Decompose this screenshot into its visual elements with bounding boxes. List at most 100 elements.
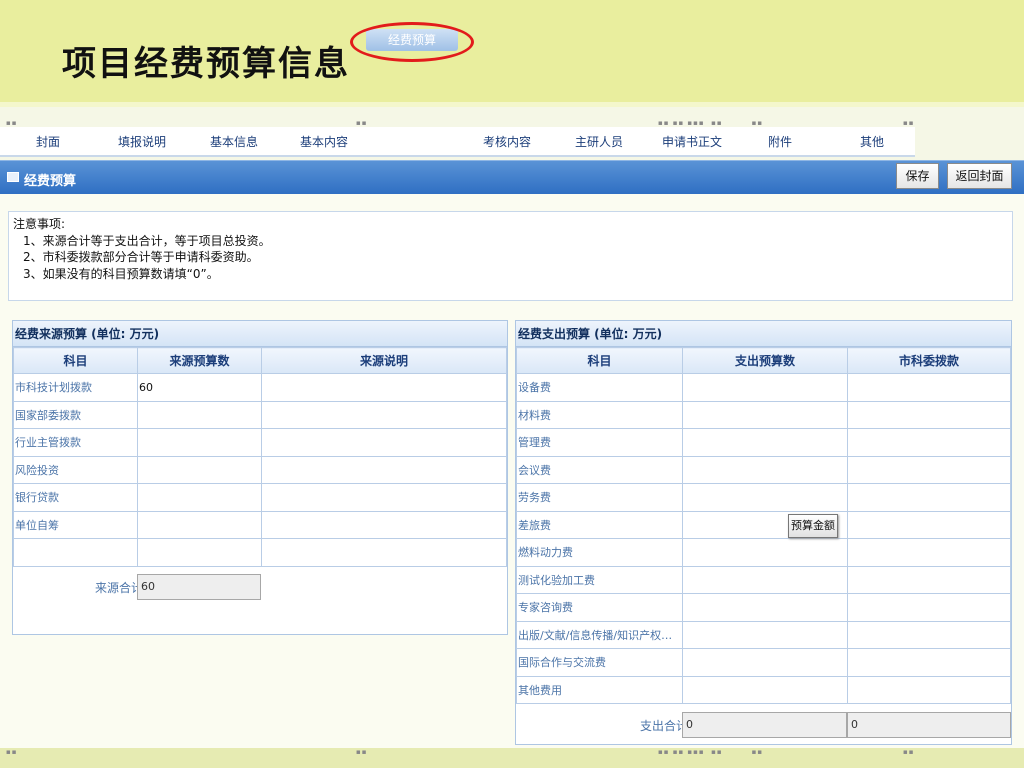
table-row: 管理费 xyxy=(516,428,1011,457)
grip-dots: ▪▪ xyxy=(6,748,18,756)
panel-header: 经费预算 xyxy=(0,160,1024,194)
subject-input[interactable] xyxy=(13,538,138,567)
grip-dots: ▪▪ xyxy=(356,119,368,127)
column-header: 来源预算数 xyxy=(137,347,262,374)
table-row: 劳务费 xyxy=(516,483,1011,512)
bottom-strip: ▪▪ ▪▪ ▪▪ ▪▪ ▪▪▪ ▪▪ ▪▪ ▪▪ xyxy=(0,748,1024,768)
column-header: 科目 xyxy=(13,347,138,374)
amount-input[interactable] xyxy=(137,483,262,512)
expense-total-label: 支出合计 xyxy=(640,719,689,733)
expense-amount-input[interactable] xyxy=(682,593,848,622)
expense-amount-input[interactable] xyxy=(682,400,848,429)
amount-input[interactable] xyxy=(137,455,262,484)
subject-label: 风险投资 xyxy=(13,455,138,484)
tab-assessment[interactable]: 考核内容 xyxy=(483,133,531,150)
grant-amount-input[interactable] xyxy=(847,538,1011,567)
subject-label: 管理费 xyxy=(516,428,683,457)
subject-label: 会议费 xyxy=(516,455,683,484)
table-row: 材料费 xyxy=(516,400,1011,429)
subject-label: 差旅费 xyxy=(516,510,683,539)
panel-title: 经费预算 xyxy=(24,174,77,189)
grip-dots: ▪▪ xyxy=(6,119,18,127)
tab-application-text[interactable]: 申请书正文 xyxy=(662,133,722,150)
source-budget-table: 科目 来源预算数 来源说明 市科技计划拨款 60 国家部委拨款 行业主管拨款 风… xyxy=(13,347,507,567)
grip-dots: ▪▪ xyxy=(903,748,915,756)
expense-amount-input[interactable] xyxy=(682,428,848,457)
tab-bar: 封面 填报说明 基本信息 基本内容 考核内容 主研人员 申请书正文 附件 其他 xyxy=(0,127,915,157)
grant-amount-input[interactable] xyxy=(847,675,1011,704)
expense-amount-input[interactable] xyxy=(682,620,848,649)
table-row: 测试化验加工费 xyxy=(516,565,1011,594)
note-input[interactable] xyxy=(261,428,507,457)
tooltip: 预算金额 xyxy=(788,514,838,538)
grant-total-field: 0 xyxy=(847,712,1011,738)
tab-researchers[interactable]: 主研人员 xyxy=(575,133,623,150)
grant-amount-input[interactable] xyxy=(847,565,1011,594)
table-row: 国际合作与交流费 xyxy=(516,648,1011,677)
subject-label: 劳务费 xyxy=(516,483,683,512)
table-row: 单位自筹 xyxy=(13,510,507,539)
expense-amount-input[interactable] xyxy=(682,565,848,594)
table-row: 出版/文献/信息传播/知识产权事... xyxy=(516,620,1011,649)
subject-label: 市科技计划拨款 xyxy=(13,373,138,402)
grant-amount-input[interactable] xyxy=(847,510,1011,539)
expense-amount-input[interactable] xyxy=(682,675,848,704)
note-input[interactable] xyxy=(261,538,507,567)
subject-label: 单位自筹 xyxy=(13,510,138,539)
grip-dots: ▪▪ xyxy=(356,748,368,756)
expense-amount-input[interactable] xyxy=(682,483,848,512)
subject-label: 出版/文献/信息传播/知识产权事... xyxy=(516,620,683,649)
table-row: 行业主管拨款 xyxy=(13,428,507,457)
expense-amount-input[interactable] xyxy=(682,538,848,567)
note-input[interactable] xyxy=(261,483,507,512)
tab-attachments[interactable]: 附件 xyxy=(768,133,792,150)
table-row: 差旅费 xyxy=(516,510,1011,539)
expense-amount-input[interactable] xyxy=(682,373,848,402)
amount-input[interactable] xyxy=(137,510,262,539)
note-input[interactable] xyxy=(261,455,507,484)
tab-other[interactable]: 其他 xyxy=(860,133,884,150)
amount-input[interactable] xyxy=(137,538,262,567)
notes-box: 注意事项: 1、来源合计等于支出合计，等于项目总投资。 2、市科委拨款部分合计等… xyxy=(8,211,1013,301)
amount-input[interactable]: 60 xyxy=(137,373,262,402)
expense-amount-input[interactable] xyxy=(682,455,848,484)
grant-amount-input[interactable] xyxy=(847,428,1011,457)
subject-label: 国际合作与交流费 xyxy=(516,648,683,677)
subject-label: 国家部委拨款 xyxy=(13,400,138,429)
column-header: 来源说明 xyxy=(261,347,507,374)
tab-basic-info[interactable]: 基本信息 xyxy=(210,133,258,150)
subject-label: 行业主管拨款 xyxy=(13,428,138,457)
expense-budget-table: 科目 支出预算数 市科委拨款 设备费 材料费 管理费 会议费 劳务费 差旅费 燃… xyxy=(516,347,1011,704)
amount-input[interactable] xyxy=(137,428,262,457)
note-input[interactable] xyxy=(261,373,507,402)
save-button[interactable]: 保存 xyxy=(896,163,939,189)
back-to-cover-button[interactable]: 返回封面 xyxy=(947,163,1012,189)
tab-basic-content[interactable]: 基本内容 xyxy=(300,133,348,150)
subject-label: 设备费 xyxy=(516,373,683,402)
table-row: 市科技计划拨款 60 xyxy=(13,373,507,402)
table-row: 国家部委拨款 xyxy=(13,400,507,429)
subject-label: 燃料动力费 xyxy=(516,538,683,567)
grip-dots: ▪▪ ▪▪ ▪▪▪ ▪▪ ▪▪ xyxy=(658,119,764,127)
tab-instructions[interactable]: 填报说明 xyxy=(118,133,166,150)
note-input[interactable] xyxy=(261,510,507,539)
grant-amount-input[interactable] xyxy=(847,455,1011,484)
table-row xyxy=(13,538,507,567)
grip-dots: ▪▪ ▪▪ ▪▪▪ ▪▪ ▪▪ xyxy=(658,748,764,756)
expense-amount-input[interactable] xyxy=(682,648,848,677)
form-icon xyxy=(7,172,19,182)
grant-amount-input[interactable] xyxy=(847,593,1011,622)
subject-label: 专家咨询费 xyxy=(516,593,683,622)
amount-input[interactable] xyxy=(137,400,262,429)
subject-label: 银行贷款 xyxy=(13,483,138,512)
tab-cover[interactable]: 封面 xyxy=(36,133,60,150)
grant-amount-input[interactable] xyxy=(847,648,1011,677)
note-input[interactable] xyxy=(261,400,507,429)
grant-amount-input[interactable] xyxy=(847,373,1011,402)
grant-amount-input[interactable] xyxy=(847,620,1011,649)
table-row: 风险投资 xyxy=(13,455,507,484)
source-total-label: 来源合计 xyxy=(95,581,144,595)
grant-amount-input[interactable] xyxy=(847,483,1011,512)
source-budget-panel: 经费来源预算 (单位: 万元) 科目 来源预算数 来源说明 市科技计划拨款 60… xyxy=(12,320,508,635)
grant-amount-input[interactable] xyxy=(847,400,1011,429)
